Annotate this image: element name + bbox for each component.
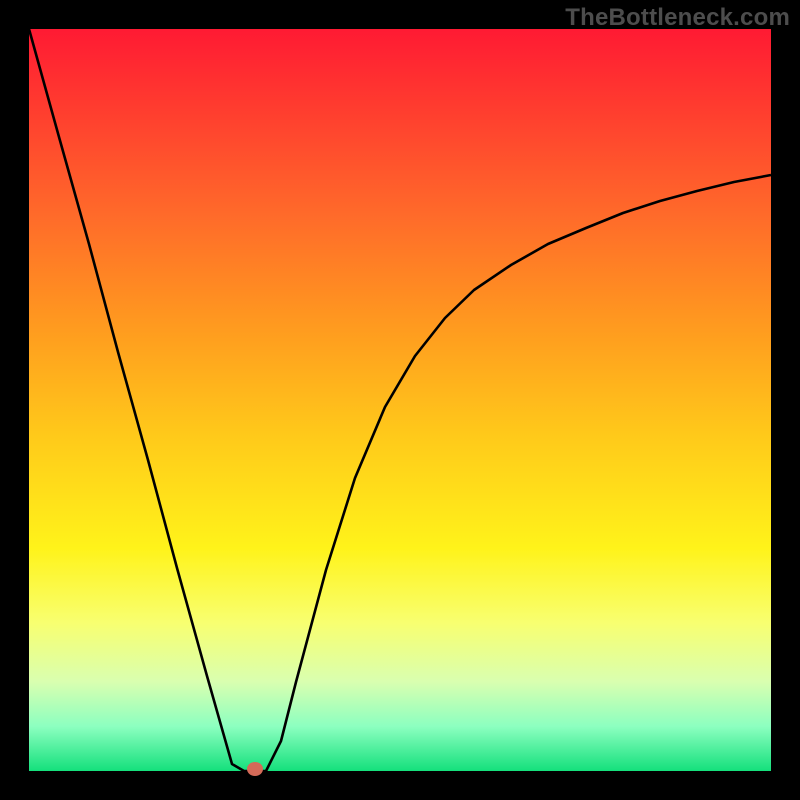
- bottleneck-curve: [29, 29, 771, 771]
- plot-outer: [29, 29, 771, 771]
- curve-layer: [29, 29, 771, 771]
- chart-frame: TheBottleneck.com: [0, 0, 800, 800]
- minimum-marker: [247, 762, 263, 776]
- watermark-label: TheBottleneck.com: [565, 4, 790, 32]
